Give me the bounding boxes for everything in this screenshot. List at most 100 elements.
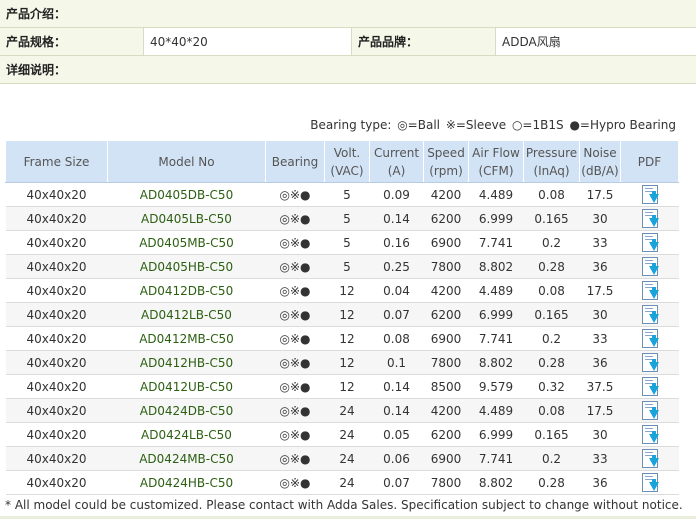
- detail-row: 详细说明：: [0, 55, 696, 84]
- cell-model-no[interactable]: AD0405DB-C50: [107, 182, 266, 207]
- cell-frame-size: 40x40x20: [5, 470, 108, 495]
- cell-pdf[interactable]: [620, 398, 679, 423]
- pdf-download-icon[interactable]: [641, 184, 659, 205]
- cell-model-no[interactable]: AD0412HB-C50: [107, 350, 266, 375]
- cell-model-no[interactable]: AD0405HB-C50: [107, 254, 266, 279]
- pdf-download-icon[interactable]: [641, 424, 659, 445]
- table-row: 40x40x20 AD0412HB-C50 ◎※● 12 0.1 7800 8.802 0.2…: [5, 350, 679, 375]
- cell-speed: 7800: [423, 254, 469, 279]
- cell-voltage: 12: [324, 278, 370, 303]
- cell-voltage: 12: [324, 350, 370, 375]
- pdf-download-icon[interactable]: [641, 400, 659, 421]
- column-header: Current (A): [369, 140, 424, 183]
- cell-pressure: 0.2: [523, 326, 580, 351]
- cell-pdf[interactable]: [620, 230, 679, 255]
- cell-model-no[interactable]: AD0412UB-C50: [107, 374, 266, 399]
- cell-pdf[interactable]: [620, 206, 679, 231]
- column-header: PDF: [620, 140, 679, 183]
- pdf-download-icon[interactable]: [641, 232, 659, 253]
- table-row: 40x40x20 AD0424LB-C50 ◎※● 24 0.05 6200 6.999 0.…: [5, 422, 679, 447]
- cell-model-no[interactable]: AD0405MB-C50: [107, 230, 266, 255]
- cell-pdf[interactable]: [620, 422, 679, 447]
- cell-bearing: ◎※●: [265, 374, 325, 399]
- cell-model-no[interactable]: AD0412MB-C50: [107, 326, 266, 351]
- column-header-line1: Frame Size: [23, 154, 90, 169]
- pdf-download-icon[interactable]: [641, 304, 659, 325]
- cell-pressure: 0.165: [523, 206, 580, 231]
- pdf-download-icon[interactable]: [641, 352, 659, 373]
- cell-bearing: ◎※●: [265, 182, 325, 207]
- column-header-line1: Bearing: [271, 154, 319, 169]
- cell-voltage: 5: [324, 230, 370, 255]
- cell-current: 0.25: [369, 254, 424, 279]
- column-header-line2: (rpm): [429, 163, 463, 178]
- cell-air-flow: 4.489: [468, 182, 524, 207]
- column-header: Air Flow (CFM): [468, 140, 524, 183]
- cell-model-no[interactable]: AD0424LB-C50: [107, 422, 266, 447]
- cell-frame-size: 40x40x20: [5, 182, 108, 207]
- column-header-line1: Model No: [158, 154, 215, 169]
- cell-speed: 8500: [423, 374, 469, 399]
- brand-value: ADDA风扇: [495, 27, 696, 56]
- column-header-line1: Current: [373, 145, 420, 160]
- table-body: 40x40x20 AD0405DB-C50 ◎※● 5 0.09 4200 4.489 0.0…: [5, 182, 679, 495]
- column-header-line1: PDF: [637, 154, 662, 169]
- column-header-line2: (VAC): [330, 163, 364, 178]
- brand-label: 产品品牌：: [351, 27, 496, 56]
- column-header: Speed (rpm): [423, 140, 469, 183]
- cell-pdf[interactable]: [620, 446, 679, 471]
- cell-air-flow: 8.802: [468, 350, 524, 375]
- cell-noise: 17.5: [579, 182, 621, 207]
- cell-frame-size: 40x40x20: [5, 206, 108, 231]
- column-header-line2: (dB/A): [581, 163, 619, 178]
- cell-noise: 17.5: [579, 398, 621, 423]
- pdf-download-icon[interactable]: [641, 280, 659, 301]
- cell-pdf[interactable]: [620, 182, 679, 207]
- pdf-download-icon[interactable]: [641, 208, 659, 229]
- cell-model-no[interactable]: AD0412DB-C50: [107, 278, 266, 303]
- cell-current: 0.05: [369, 422, 424, 447]
- column-header: Volt. (VAC): [324, 140, 370, 183]
- cell-pdf[interactable]: [620, 470, 679, 495]
- column-header: Pressure (InAq): [523, 140, 580, 183]
- pdf-download-icon[interactable]: [641, 256, 659, 277]
- table-row: 40x40x20 AD0412UB-C50 ◎※● 12 0.14 8500 9.579 0.…: [5, 374, 679, 399]
- cell-model-no[interactable]: AD0412LB-C50: [107, 302, 266, 327]
- cell-noise: 33: [579, 446, 621, 471]
- column-header-line2: (InAq): [533, 163, 570, 178]
- cell-noise: 33: [579, 230, 621, 255]
- pdf-download-icon[interactable]: [641, 448, 659, 469]
- cell-bearing: ◎※●: [265, 350, 325, 375]
- cell-speed: 6900: [423, 326, 469, 351]
- cell-pressure: 0.2: [523, 446, 580, 471]
- cell-air-flow: 6.999: [468, 422, 524, 447]
- cell-pressure: 0.08: [523, 278, 580, 303]
- cell-pdf[interactable]: [620, 254, 679, 279]
- cell-pdf[interactable]: [620, 278, 679, 303]
- cell-pdf[interactable]: [620, 326, 679, 351]
- cell-pdf[interactable]: [620, 374, 679, 399]
- cell-model-no[interactable]: AD0405LB-C50: [107, 206, 266, 231]
- pdf-download-icon[interactable]: [641, 472, 659, 493]
- cell-noise: 30: [579, 302, 621, 327]
- cell-air-flow: 8.802: [468, 470, 524, 495]
- cell-current: 0.14: [369, 374, 424, 399]
- pdf-download-icon[interactable]: [641, 376, 659, 397]
- detail-label: 详细说明：: [0, 55, 696, 84]
- cell-speed: 7800: [423, 470, 469, 495]
- header-row: Frame Size Model No Bearing Volt. (VAC) Curre…: [5, 140, 679, 183]
- cell-model-no[interactable]: AD0424MB-C50: [107, 446, 266, 471]
- pdf-download-icon[interactable]: [641, 328, 659, 349]
- cell-bearing: ◎※●: [265, 398, 325, 423]
- cell-speed: 4200: [423, 278, 469, 303]
- cell-bearing: ◎※●: [265, 302, 325, 327]
- column-header: Model No: [107, 140, 266, 183]
- table-row: 40x40x20 AD0412LB-C50 ◎※● 12 0.07 6200 6.999 0.…: [5, 302, 679, 327]
- cell-current: 0.09: [369, 182, 424, 207]
- cell-model-no[interactable]: AD0424HB-C50: [107, 470, 266, 495]
- cell-noise: 36: [579, 254, 621, 279]
- cell-pdf[interactable]: [620, 302, 679, 327]
- cell-air-flow: 4.489: [468, 278, 524, 303]
- cell-pdf[interactable]: [620, 350, 679, 375]
- cell-model-no[interactable]: AD0424DB-C50: [107, 398, 266, 423]
